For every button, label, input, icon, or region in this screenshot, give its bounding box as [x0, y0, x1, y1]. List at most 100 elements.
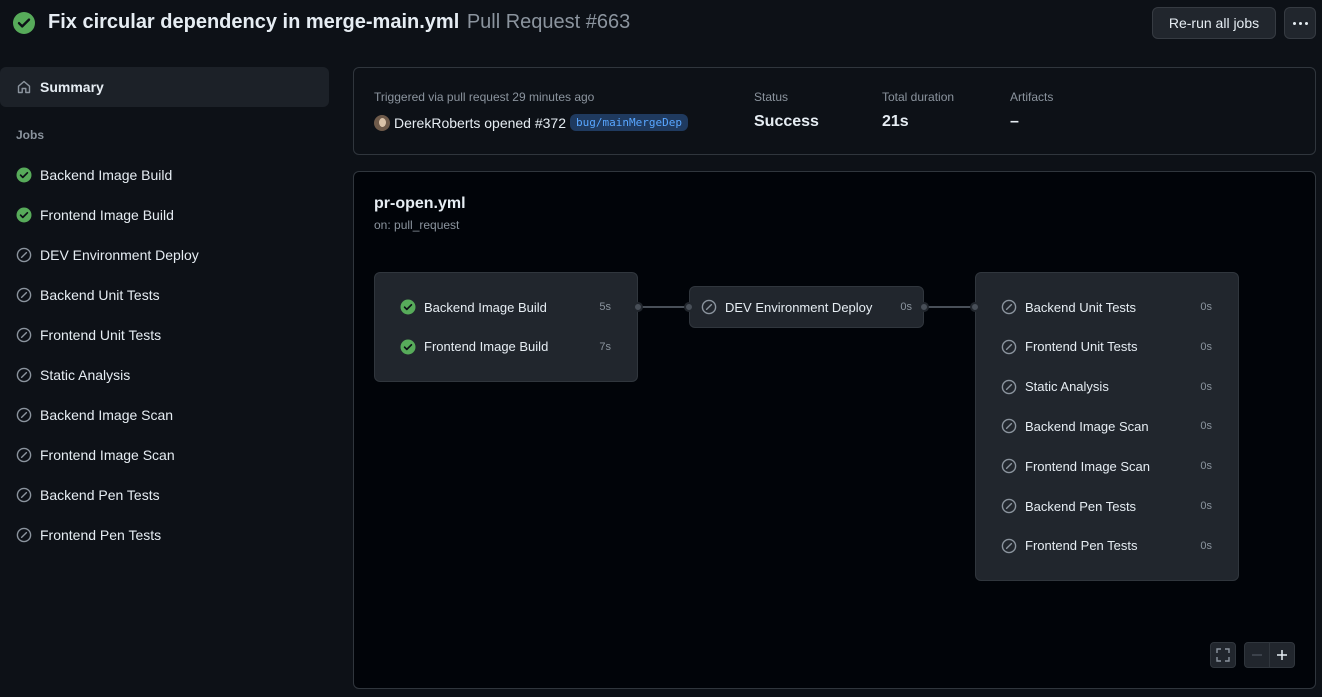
graph-job-label: Backend Image Build: [424, 299, 547, 315]
sidebar-summary-label: Summary: [40, 79, 104, 95]
sidebar-item-label: Frontend Pen Tests: [40, 527, 162, 543]
artifacts-value: –: [1010, 113, 1019, 130]
connector-line: [924, 306, 975, 308]
skip-icon: [16, 327, 32, 343]
kebab-dot: [1298, 21, 1302, 25]
skip-icon: [1001, 418, 1017, 434]
graph-job-label: DEV Environment Deploy: [725, 299, 873, 315]
sidebar-item-job[interactable]: Backend Unit Tests: [0, 275, 329, 315]
screen-full-icon: [1216, 648, 1230, 662]
graph-job-node[interactable]: Backend Image Build 5s: [400, 287, 611, 327]
graph-job-duration: 0s: [1200, 539, 1212, 552]
sidebar-item-job[interactable]: Frontend Pen Tests: [0, 515, 329, 555]
graph-job-label: Backend Pen Tests: [1025, 498, 1137, 514]
graph-job-duration: 0s: [1200, 500, 1212, 512]
workflow-graph-card: pr-open.yml on: pull_request Backend Ima…: [353, 171, 1316, 689]
graph-job-node[interactable]: Frontend Image Build 7s: [400, 327, 611, 367]
graph-job-duration: 0s: [1200, 460, 1212, 473]
graph-job-duration: 0s: [900, 301, 912, 313]
graph-job-node[interactable]: Backend Image Scan 0s: [1001, 406, 1212, 446]
duration-block: Total duration 21s: [882, 90, 954, 131]
graph-job-label: Frontend Image Build: [424, 339, 549, 355]
rerun-all-jobs-button[interactable]: Re-run all jobs: [1152, 7, 1276, 39]
connector-dot: [633, 302, 643, 312]
graph-job-node[interactable]: Static Analysis 0s: [1001, 367, 1212, 407]
status-block: Status Success: [754, 90, 819, 131]
connector-dot: [919, 302, 929, 312]
sidebar-item-label: Backend Unit Tests: [40, 287, 160, 303]
branch-label[interactable]: bug/mainMergeDep: [570, 114, 688, 131]
skip-icon: [16, 407, 32, 423]
sidebar-item-label: Frontend Image Scan: [40, 447, 175, 463]
sidebar-item-job[interactable]: Frontend Unit Tests: [0, 315, 329, 355]
sidebar-item-label: Static Analysis: [40, 367, 131, 383]
status-label: Status: [754, 90, 789, 104]
graph-job-node[interactable]: Frontend Image Scan 0s: [1001, 446, 1212, 486]
zoom-in-button[interactable]: [1269, 642, 1295, 668]
sidebar-item-job[interactable]: Backend Pen Tests: [0, 475, 329, 515]
skip-icon: [1001, 339, 1017, 355]
connector-dot: [970, 302, 980, 312]
run-subtitle: Pull Request #663: [466, 11, 631, 33]
skip-icon: [16, 527, 32, 543]
duration-value: 21s: [882, 113, 909, 130]
sidebar-item-label: DEV Environment Deploy: [40, 247, 199, 263]
check-circle-fill-icon: [16, 167, 32, 183]
check-circle-fill-icon: [16, 207, 32, 223]
sidebar-item-job[interactable]: DEV Environment Deploy: [0, 235, 329, 275]
page-title: Fix circular dependency in merge-main.ym…: [48, 11, 630, 34]
graph-job-label: Frontend Unit Tests: [1025, 339, 1138, 355]
graph-job-node[interactable]: Backend Unit Tests 0s: [1001, 287, 1212, 327]
more-options-button[interactable]: [1284, 7, 1316, 39]
graph-job-duration: 0s: [1200, 301, 1212, 313]
trigger-label: Triggered via pull request 29 minutes ag…: [374, 90, 595, 104]
graph-job-duration: 0s: [1200, 340, 1212, 353]
sidebar-item-summary[interactable]: Summary: [0, 67, 329, 107]
graph-job-duration: 0s: [1200, 380, 1212, 393]
check-circle-fill-icon: [13, 12, 35, 34]
sidebar-item-label: Backend Pen Tests: [40, 487, 160, 503]
skip-icon: [1001, 379, 1017, 395]
sidebar-item-job[interactable]: Frontend Image Build: [0, 195, 329, 235]
trigger-line: DerekRoberts opened #372 bug/mainMergeDe…: [374, 114, 688, 131]
skip-icon: [701, 299, 717, 315]
dash-icon: [1252, 654, 1262, 656]
skip-icon: [1001, 458, 1017, 474]
actor-text[interactable]: DerekRoberts opened #372: [394, 115, 566, 131]
home-icon: [17, 80, 31, 94]
workflow-name[interactable]: pr-open.yml: [374, 195, 466, 213]
graph-job-node[interactable]: Frontend Pen Tests 0s: [1001, 526, 1212, 566]
graph-job-duration: 0s: [1200, 420, 1212, 433]
kebab-horizontal-icon: [1292, 21, 1296, 25]
sidebar-item-label: Frontend Unit Tests: [40, 327, 162, 343]
graph-job-node[interactable]: Backend Pen Tests 0s: [1001, 486, 1212, 526]
check-circle-fill-icon: [400, 339, 416, 355]
sidebar-item-job[interactable]: Static Analysis: [0, 355, 329, 395]
graph-job-duration: 5s: [599, 301, 611, 313]
graph-job-node[interactable]: DEV Environment Deploy 0s: [701, 287, 912, 327]
zoom-out-button[interactable]: [1244, 642, 1270, 668]
sidebar-item-job[interactable]: Backend Image Scan: [0, 395, 329, 435]
avatar[interactable]: [374, 114, 390, 131]
check-circle-fill-icon: [400, 299, 416, 315]
sidebar-item-job[interactable]: Frontend Image Scan: [0, 435, 329, 475]
sidebar-job-list: Backend Image Build Frontend Image Build D…: [0, 155, 329, 555]
skip-icon: [16, 487, 32, 503]
graph-job-node[interactable]: Frontend Unit Tests 0s: [1001, 327, 1212, 367]
skip-icon: [16, 287, 32, 303]
sidebar-item-label: Frontend Image Build: [40, 207, 174, 223]
workflow-trigger: on: pull_request: [374, 218, 460, 232]
skip-icon: [1001, 498, 1017, 514]
artifacts-block: Artifacts –: [1010, 90, 1053, 131]
graph-job-duration: 7s: [599, 340, 611, 353]
graph-job-label: Frontend Image Scan: [1025, 458, 1151, 474]
job-group-build: Backend Image Build 5s Frontend Image Buil…: [374, 272, 638, 382]
plus-icon: [1277, 650, 1287, 660]
job-group-tests: Backend Unit Tests 0s Frontend Unit Tests 0…: [975, 272, 1239, 581]
kebab-dot: [1304, 21, 1308, 25]
sidebar-item-job[interactable]: Backend Image Build: [0, 155, 329, 195]
skip-icon: [16, 247, 32, 263]
fullscreen-button[interactable]: [1210, 642, 1236, 668]
status-value: Success: [754, 113, 819, 130]
job-group-deploy: DEV Environment Deploy 0s: [689, 286, 924, 328]
